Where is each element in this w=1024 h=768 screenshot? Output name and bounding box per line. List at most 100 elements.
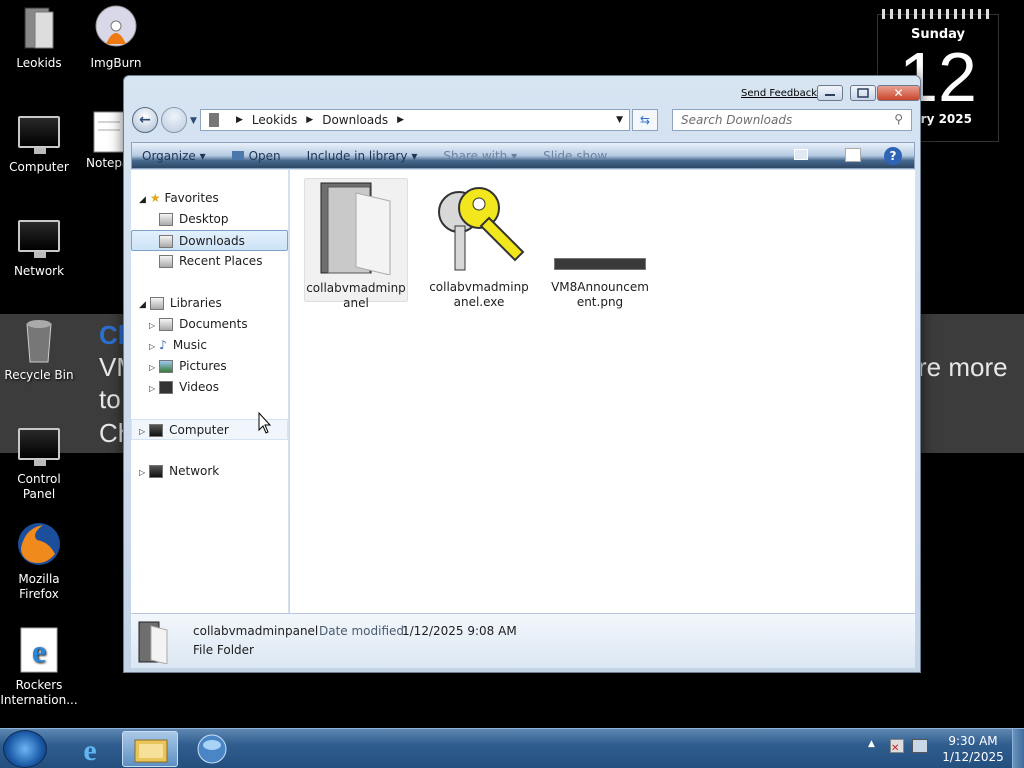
help-icon[interactable]: ? xyxy=(884,147,902,165)
nav-videos[interactable]: ▷ Videos xyxy=(149,377,219,398)
desktop-icon-notepad[interactable]: Notepad xyxy=(77,108,123,171)
refresh-icon: ⇆ xyxy=(639,113,651,127)
nav-documents[interactable]: ▷ Documents xyxy=(149,314,248,335)
forward-button[interactable] xyxy=(161,107,187,133)
mouse-cursor-icon xyxy=(258,411,272,434)
network-icon xyxy=(149,465,164,478)
desktop-icon-recycle-bin[interactable]: Recycle Bin xyxy=(0,316,78,383)
minimize-button[interactable] xyxy=(817,85,843,101)
view-options-icon[interactable] xyxy=(794,149,808,160)
nav-pictures[interactable]: ▷ Pictures xyxy=(149,356,227,377)
file-item-exe[interactable]: collabvmadminpanel.exe xyxy=(427,178,531,310)
file-name: collabvmadminpanel.exe xyxy=(429,280,529,309)
back-button[interactable]: ← xyxy=(132,107,158,133)
desktop-icon xyxy=(159,213,173,226)
nav-music[interactable]: ▷ ♪ Music xyxy=(149,335,207,356)
desktop-icon-leokids[interactable]: Leokids xyxy=(0,4,78,71)
desktop: Ch VM to Ch re more Leokids ImgBurn Comp… xyxy=(0,0,1024,768)
include-in-library-button[interactable]: Include in library ▾ xyxy=(307,149,418,163)
send-feedback-link[interactable]: Send Feedback xyxy=(741,88,817,99)
search-input[interactable]: Search Downloads ⚲ xyxy=(672,109,912,131)
taskbar-explorer-button[interactable] xyxy=(122,731,178,767)
star-icon: ★ xyxy=(149,191,161,205)
nav-desktop[interactable]: Desktop xyxy=(159,209,229,230)
breadcrumb-leokids[interactable]: Leokids xyxy=(252,113,297,127)
show-desktop-button[interactable] xyxy=(1012,729,1024,768)
desktop-icon-network[interactable]: Network xyxy=(0,212,78,279)
file-name: collabvmadminpanel xyxy=(306,281,406,310)
details-modified-label: Date modified: xyxy=(319,624,409,638)
desktop-icon-computer[interactable]: Computer xyxy=(0,108,78,175)
recent-places-icon xyxy=(159,255,173,268)
file-item-png[interactable]: VM8Announcement.png xyxy=(548,178,652,310)
firefox-icon xyxy=(15,520,63,568)
close-button[interactable]: ✕ xyxy=(877,85,920,101)
open-button[interactable]: Open xyxy=(231,149,281,163)
address-bar[interactable]: ▶ Leokids ▶ Downloads ▶ ▼ xyxy=(200,109,630,131)
refresh-button[interactable]: ⇆ xyxy=(632,109,658,131)
system-clock[interactable]: 9:30 AM 1/12/2025 xyxy=(936,733,1010,765)
show-hidden-icons-button[interactable]: ▲ xyxy=(868,739,875,749)
file-item-folder[interactable]: collabvmadminpanel xyxy=(304,178,408,310)
details-pane: collabvmadminpanel Date modified: 1/12/2… xyxy=(131,613,915,668)
share-with-button[interactable]: Share with ▾ xyxy=(443,149,517,163)
nav-recent-places[interactable]: Recent Places xyxy=(159,251,262,272)
calendar-rings xyxy=(882,9,994,19)
desktop-icon-label: Network xyxy=(13,264,65,278)
folder-icon xyxy=(209,113,219,127)
slide-show-button[interactable]: Slide show xyxy=(543,149,607,163)
desktop-icon-label: Computer xyxy=(9,160,69,174)
nav-network[interactable]: ▷ Network xyxy=(139,461,219,482)
breadcrumb-downloads[interactable]: Downloads xyxy=(322,113,388,127)
computer-icon xyxy=(149,424,164,437)
desktop-icon-rockers[interactable]: e Rockers Internation... xyxy=(0,626,78,708)
explorer-window[interactable]: Send Feedback ✕ ← ▼ ▶ Leokids ▶ Download… xyxy=(123,75,921,673)
imgburn-icon xyxy=(92,4,140,52)
image-thumbnail-icon xyxy=(548,178,652,274)
organize-button[interactable]: Organize ▾ xyxy=(142,149,206,163)
clock-time: 9:30 AM xyxy=(948,734,998,748)
music-icon: ♪ xyxy=(159,338,167,352)
details-type: File Folder xyxy=(193,643,254,657)
documents-icon xyxy=(159,318,174,331)
breadcrumb-chevron-icon: ▶ xyxy=(236,115,243,125)
address-dropdown-icon[interactable]: ▼ xyxy=(616,115,623,125)
banner-text: to xyxy=(99,384,121,414)
folder-icon xyxy=(15,4,63,52)
details-file-name: collabvmadminpanel xyxy=(193,624,319,638)
desktop-icon-label: Mozilla Firefox xyxy=(18,572,60,601)
desktop-icon-control-panel[interactable]: Control Panel xyxy=(0,420,78,502)
control-panel-icon xyxy=(15,420,63,468)
taskbar-ie-button[interactable]: e xyxy=(62,731,118,767)
breadcrumb-chevron-icon: ▶ xyxy=(397,115,405,125)
ie-icon: e xyxy=(15,626,63,674)
command-toolbar: Organize ▾ Open Include in library ▾ Sha… xyxy=(131,142,915,169)
taskbar: e ▲ ✕ 9:30 AM 1/12/2025 xyxy=(0,728,1024,768)
network-tray-icon[interactable] xyxy=(912,739,928,753)
file-list[interactable]: collabvmadminpanel collabvmadminpanel.ex… xyxy=(290,170,915,613)
back-arrow-icon: ← xyxy=(139,112,151,128)
folder-icon xyxy=(316,181,396,276)
clock-date: 1/12/2025 xyxy=(942,750,1004,764)
nav-libraries[interactable]: ◢ Libraries xyxy=(139,293,222,314)
preview-pane-icon[interactable] xyxy=(845,148,861,162)
details-modified-value: 1/12/2025 9:08 AM xyxy=(402,624,517,638)
nav-downloads[interactable]: Downloads xyxy=(131,230,288,251)
action-center-icon[interactable]: ✕ xyxy=(890,739,904,754)
desktop-icon-imgburn[interactable]: ImgBurn xyxy=(77,4,155,71)
svg-text:e: e xyxy=(32,633,46,669)
globe-icon xyxy=(197,734,227,764)
search-placeholder: Search Downloads xyxy=(681,113,793,127)
recent-pages-dropdown[interactable]: ▼ xyxy=(190,116,197,126)
desktop-icon-firefox[interactable]: Mozilla Firefox xyxy=(0,520,78,602)
banner-text: re more xyxy=(918,352,1008,382)
taskbar-media-button[interactable] xyxy=(184,731,240,767)
file-name: VM8Announcement.png xyxy=(551,280,649,309)
desktop-icon-label: Control Panel xyxy=(17,472,61,501)
nav-favorites[interactable]: ◢ ★ Favorites xyxy=(139,188,219,209)
desktop-icon-label: Recycle Bin xyxy=(4,368,74,382)
network-icon xyxy=(15,212,63,260)
videos-icon xyxy=(159,381,174,394)
maximize-button[interactable] xyxy=(850,85,876,101)
start-button[interactable] xyxy=(3,730,47,768)
